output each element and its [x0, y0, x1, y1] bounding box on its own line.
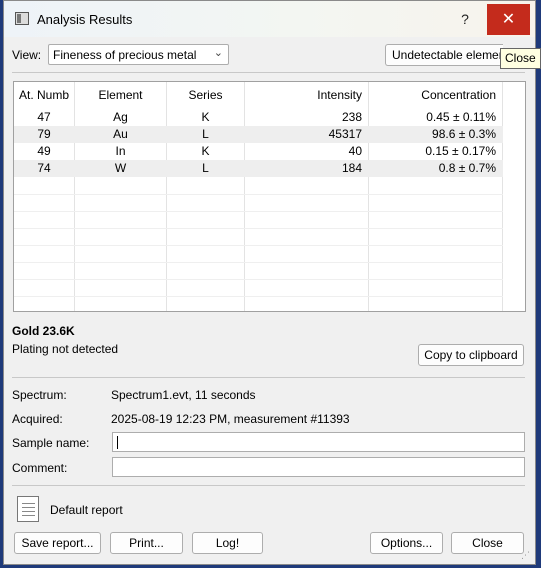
header-element[interactable]: Element — [75, 82, 166, 108]
grid-line — [14, 211, 503, 212]
table-row[interactable]: 74 W L 184 0.8 ± 0.7% — [14, 160, 503, 177]
document-icon[interactable] — [17, 496, 39, 522]
cell-series: K — [201, 144, 210, 158]
window-title: Analysis Results — [37, 12, 133, 27]
cell-series: L — [202, 127, 209, 141]
plating-status: Plating not detected — [12, 342, 119, 356]
cell-intensity: 184 — [341, 161, 362, 175]
cell-element: Ag — [113, 110, 128, 124]
analysis-results-dialog: Analysis Results ? ✕ Close View: Finenes… — [3, 0, 541, 565]
print-button[interactable]: Print... — [110, 532, 183, 554]
cell-element: In — [115, 144, 126, 158]
comment-label: Comment: — [12, 461, 68, 475]
chevron-down-icon: ⌄ — [213, 47, 223, 59]
grid-line — [14, 262, 503, 263]
cell-concentration: 98.6 ± 0.3% — [432, 127, 496, 141]
cell-series: K — [201, 110, 210, 124]
cell-intensity: 40 — [348, 144, 362, 158]
options-button[interactable]: Options... — [370, 532, 443, 554]
resize-grip-icon[interactable]: ⋰ — [521, 550, 530, 561]
view-label: View: — [12, 48, 42, 62]
undetectable-elements-button[interactable]: Undetectable elements — [385, 44, 503, 66]
header-intensity[interactable]: Intensity — [245, 82, 362, 108]
results-table[interactable]: At. Numb Element Series Intensity Concen… — [13, 81, 526, 312]
save-report-button[interactable]: Save report... — [14, 532, 101, 554]
cell-at-numb: 74 — [37, 161, 51, 175]
sample-name-label: Sample name: — [12, 436, 90, 450]
app-window-icon — [15, 12, 29, 25]
log-button[interactable]: Log! — [192, 532, 263, 554]
grid-line — [14, 296, 503, 297]
comment-input[interactable] — [112, 457, 525, 477]
divider — [12, 485, 525, 486]
close-window-button[interactable]: ✕ — [487, 4, 530, 35]
help-button[interactable]: ? — [445, 5, 485, 33]
cell-series: L — [202, 161, 209, 175]
acquired-label: Acquired: — [12, 412, 63, 426]
header-series[interactable]: Series — [167, 82, 244, 108]
table-row[interactable]: 47 Ag K 238 0.45 ± 0.11% — [14, 109, 503, 126]
fineness-result: Gold 23.6K — [12, 324, 75, 338]
cell-at-numb: 79 — [37, 127, 51, 141]
copy-to-clipboard-button[interactable]: Copy to clipboard — [418, 344, 524, 366]
cell-element: W — [114, 161, 127, 175]
cell-concentration: 0.15 ± 0.17% — [425, 144, 496, 158]
close-icon: ✕ — [501, 11, 516, 28]
acquired-value: 2025-08-19 12:23 PM, measurement #11393 — [111, 412, 350, 426]
title-bar: Analysis Results ? ✕ — [4, 1, 535, 37]
spectrum-value: Spectrum1.evt, 11 seconds — [111, 388, 256, 402]
table-row[interactable]: 79 Au L 45317 98.6 ± 0.3% — [14, 126, 503, 143]
spectrum-label: Spectrum: — [12, 388, 67, 402]
grid-line — [14, 194, 503, 195]
cell-element: Au — [113, 127, 128, 141]
divider — [12, 377, 525, 378]
close-button[interactable]: Close — [451, 532, 524, 554]
header-concentration[interactable]: Concentration — [369, 82, 496, 108]
text-caret — [117, 436, 118, 449]
close-tooltip: Close — [500, 48, 541, 69]
view-dropdown-value: Fineness of precious metal — [53, 48, 197, 62]
cell-at-numb: 49 — [37, 144, 51, 158]
grid-line — [14, 279, 503, 280]
divider — [12, 72, 525, 73]
view-dropdown[interactable]: Fineness of precious metal ⌄ — [48, 44, 229, 65]
table-row[interactable]: 49 In K 40 0.15 ± 0.17% — [14, 143, 503, 160]
grid-line — [14, 245, 503, 246]
cell-concentration: 0.45 ± 0.11% — [426, 110, 496, 124]
cell-at-numb: 47 — [37, 110, 51, 124]
cell-concentration: 0.8 ± 0.7% — [438, 161, 496, 175]
header-at-numb[interactable]: At. Numb — [14, 82, 74, 108]
grid-line — [14, 228, 503, 229]
cell-intensity: 45317 — [328, 127, 362, 141]
cell-intensity: 238 — [341, 110, 362, 124]
sample-name-input[interactable] — [112, 432, 525, 452]
report-name: Default report — [50, 503, 123, 517]
